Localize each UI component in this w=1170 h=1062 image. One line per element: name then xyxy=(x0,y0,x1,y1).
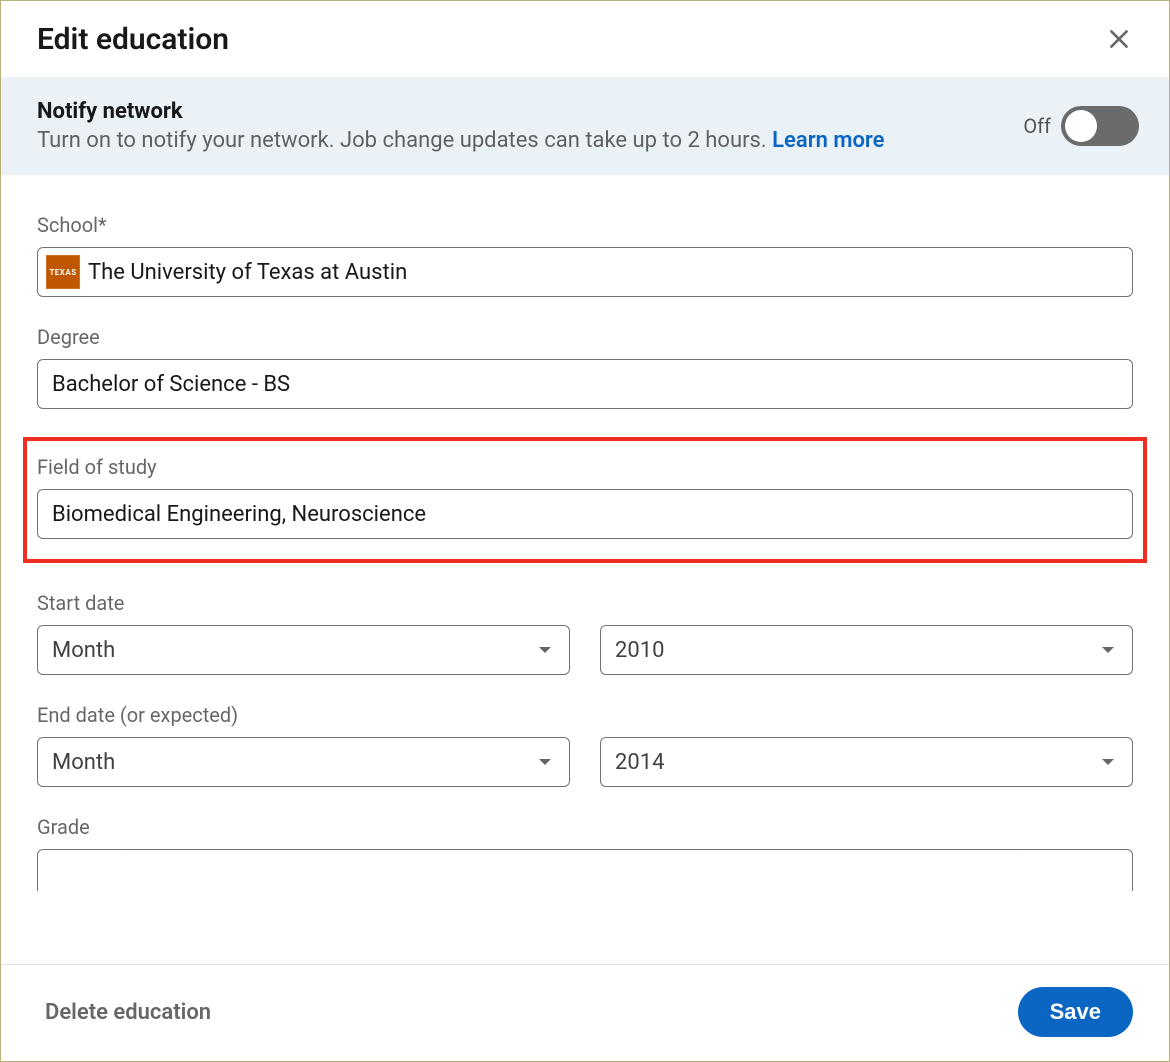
field-of-study-highlight: Field of study xyxy=(23,437,1147,563)
start-year-wrap: 2010 xyxy=(600,625,1133,675)
grade-label: Grade xyxy=(37,815,1133,839)
start-month-wrap: Month xyxy=(37,625,570,675)
toggle-knob xyxy=(1065,110,1097,142)
notify-title: Notify network xyxy=(37,99,885,124)
notify-network-bar: Notify network Turn on to notify your ne… xyxy=(1,77,1169,175)
notify-toggle-state-label: Off xyxy=(1023,114,1051,138)
modal-footer: Delete education Save xyxy=(1,964,1169,1061)
notify-toggle[interactable] xyxy=(1061,106,1139,146)
notify-description: Turn on to notify your network. Job chan… xyxy=(37,128,885,153)
school-input-wrap[interactable]: TEXAS xyxy=(37,247,1133,297)
grade-input[interactable] xyxy=(37,849,1133,891)
end-year-select[interactable]: 2014 xyxy=(600,737,1133,787)
start-date-row: Month 2010 xyxy=(37,625,1133,675)
end-date-label: End date (or expected) xyxy=(37,703,1133,727)
modal-header: Edit education xyxy=(1,1,1169,77)
end-date-field: End date (or expected) Month 2014 xyxy=(37,703,1133,787)
field-of-study-field: Field of study xyxy=(37,455,1133,539)
degree-label: Degree xyxy=(37,325,1133,349)
close-icon xyxy=(1106,26,1132,52)
school-logo-icon: TEXAS xyxy=(46,255,80,289)
degree-input[interactable] xyxy=(37,359,1133,409)
end-month-wrap: Month xyxy=(37,737,570,787)
edit-education-modal: Edit education Notify network Turn on to… xyxy=(0,0,1170,1062)
notify-toggle-group: Off xyxy=(1023,106,1139,146)
start-date-label: Start date xyxy=(37,591,1133,615)
field-of-study-input[interactable] xyxy=(37,489,1133,539)
start-month-select[interactable]: Month xyxy=(37,625,570,675)
end-date-row: Month 2014 xyxy=(37,737,1133,787)
modal-title: Edit education xyxy=(37,22,229,57)
end-month-select[interactable]: Month xyxy=(37,737,570,787)
field-of-study-label: Field of study xyxy=(37,455,1133,479)
degree-field: Degree xyxy=(37,325,1133,409)
form-area: School* TEXAS Degree Field of study Star… xyxy=(1,175,1169,964)
school-label: School* xyxy=(37,213,1133,237)
delete-education-link[interactable]: Delete education xyxy=(45,1000,211,1025)
close-button[interactable] xyxy=(1099,19,1139,59)
notify-text: Notify network Turn on to notify your ne… xyxy=(37,99,885,153)
grade-field: Grade xyxy=(37,815,1133,891)
start-date-field: Start date Month 2010 xyxy=(37,591,1133,675)
school-input[interactable] xyxy=(88,260,1124,285)
notify-learn-more-link[interactable]: Learn more xyxy=(772,128,884,153)
end-year-wrap: 2014 xyxy=(600,737,1133,787)
notify-description-text: Turn on to notify your network. Job chan… xyxy=(37,128,772,153)
start-year-select[interactable]: 2010 xyxy=(600,625,1133,675)
save-button[interactable]: Save xyxy=(1018,987,1133,1037)
school-field: School* TEXAS xyxy=(37,213,1133,297)
